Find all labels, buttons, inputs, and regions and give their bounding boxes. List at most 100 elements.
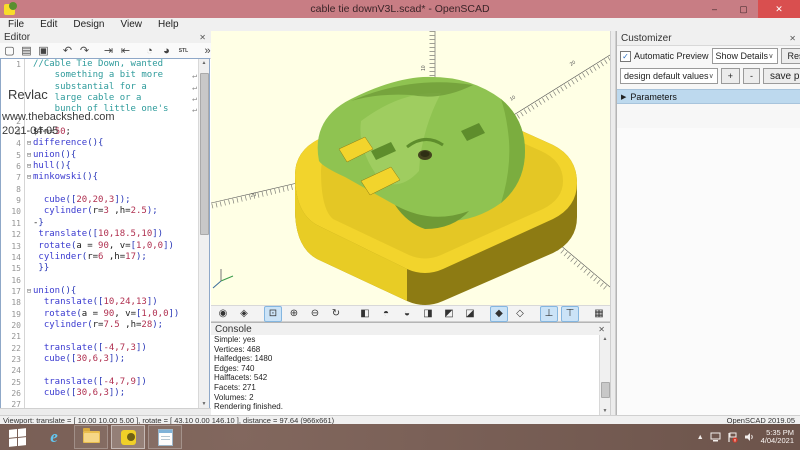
view-bottom-button[interactable]: ◒: [398, 306, 416, 322]
fold-column: [25, 229, 33, 240]
view-front-button[interactable]: ◩: [440, 306, 458, 322]
editor-scrollbar-thumb[interactable]: [200, 73, 209, 235]
code-line[interactable]: 6⊟hull(){: [1, 161, 209, 172]
fold-marker-icon[interactable]: ⊟: [25, 286, 33, 297]
view-left-button[interactable]: ◨: [419, 306, 437, 322]
maximize-button[interactable]: ▢: [729, 0, 758, 18]
code-line[interactable]: 24: [1, 365, 209, 376]
automatic-preview-checkbox[interactable]: ✓: [620, 51, 631, 62]
menu-file[interactable]: File: [0, 18, 32, 31]
show-axes-button[interactable]: ⊥: [540, 306, 558, 322]
console-close-icon[interactable]: ✕: [598, 325, 610, 334]
orthogonal-view-button[interactable]: ▦: [590, 306, 608, 322]
save-file-icon[interactable]: ▣: [36, 44, 51, 58]
menu-help[interactable]: Help: [150, 18, 187, 31]
code-line[interactable]: 17⊟union(){: [1, 286, 209, 297]
code-line[interactable]: 13 rotate(a = 90, v=[1,0,0]): [1, 241, 209, 252]
menu-edit[interactable]: Edit: [32, 18, 65, 31]
indent-icon[interactable]: ⇥: [101, 44, 116, 58]
code-line[interactable]: 10 cylinder(r=3 ,h=2.5);: [1, 206, 209, 217]
customizer-close-icon[interactable]: ✕: [789, 34, 800, 43]
scroll-up-icon[interactable]: ▲: [600, 335, 610, 344]
code-line[interactable]: 16: [1, 275, 209, 286]
show-surfaces-button[interactable]: ◆: [490, 306, 508, 322]
taskbar-notepad-button[interactable]: [148, 425, 182, 449]
preview-icon[interactable]: ◔: [142, 44, 157, 58]
menu-view[interactable]: View: [113, 18, 151, 31]
code-text: hull(){: [33, 161, 209, 172]
3d-viewport[interactable]: 10 20 20 10 10: [211, 31, 610, 305]
save-preset-button[interactable]: save preset: [763, 68, 800, 84]
view-right-button[interactable]: ◧: [356, 306, 374, 322]
customizer-panel-header[interactable]: Customizer ✕: [617, 31, 800, 46]
console-output[interactable]: Simple: yesVertices: 468Halfedges: 1480E…: [211, 335, 610, 416]
code-line[interactable]: 22 translate([-4,7,3]): [1, 343, 209, 354]
reset-view-button[interactable]: ↻: [327, 306, 345, 322]
code-line[interactable]: 11-}: [1, 218, 209, 229]
network-icon[interactable]: [710, 432, 721, 442]
code-line[interactable]: 14 cylinder(r=6 ,h=17);: [1, 252, 209, 263]
code-line[interactable]: 12 translate([10,18.5,10]): [1, 229, 209, 240]
code-line[interactable]: 15 }}: [1, 263, 209, 274]
action-center-flag-icon[interactable]: x: [727, 432, 738, 443]
zoom-out-button[interactable]: ⊖: [306, 306, 324, 322]
code-line[interactable]: something a bit more↵: [1, 70, 209, 81]
taskbar-clock[interactable]: 5:35 PM 4/04/2021: [761, 429, 794, 446]
unindent-icon[interactable]: ⇤: [118, 44, 133, 58]
title-bar[interactable]: cable tie downV3L.scad* - OpenSCAD – ▢ ✕: [0, 0, 800, 18]
code-line[interactable]: 5⊟union(){: [1, 150, 209, 161]
undo-icon[interactable]: ↶: [60, 44, 75, 58]
redo-icon[interactable]: ↷: [77, 44, 92, 58]
taskbar-file-explorer-button[interactable]: [74, 425, 108, 449]
taskbar-internet-explorer-button[interactable]: e: [37, 425, 71, 449]
menu-design[interactable]: Design: [65, 18, 112, 31]
open-file-icon[interactable]: ▤: [19, 44, 34, 58]
fold-marker-icon[interactable]: ⊟: [25, 150, 33, 161]
show-scale-markers-button[interactable]: ⊤: [561, 306, 579, 322]
code-line[interactable]: 25 translate([-4,7,9]): [1, 377, 209, 388]
code-line[interactable]: 1//Cable Tie Down, wanted: [1, 59, 209, 70]
minimize-button[interactable]: –: [700, 0, 729, 18]
fold-marker-icon[interactable]: ⊟: [25, 161, 33, 172]
view-back-button[interactable]: ◪: [461, 306, 479, 322]
code-line[interactable]: 9 cube([20,20,3]);: [1, 195, 209, 206]
scroll-up-icon[interactable]: ▲: [199, 59, 209, 68]
start-button[interactable]: [0, 424, 34, 450]
close-button[interactable]: ✕: [758, 0, 800, 18]
speaker-icon[interactable]: [744, 432, 755, 442]
console-scrollbar[interactable]: ▲ ▼: [599, 335, 610, 416]
remove-preset-button[interactable]: -: [743, 68, 760, 84]
code-line[interactable]: 8: [1, 184, 209, 195]
view-render-button[interactable]: ◈: [235, 306, 253, 322]
zoom-all-button[interactable]: ⊡: [264, 306, 282, 322]
view-preview-button[interactable]: ◉: [214, 306, 232, 322]
new-file-icon[interactable]: ▢: [2, 44, 17, 58]
code-line[interactable]: 26 cube([30,6,3]);: [1, 388, 209, 399]
tray-expand-icon[interactable]: ▲: [697, 434, 704, 441]
code-line[interactable]: 18 translate([10,24,13]): [1, 297, 209, 308]
editor-resize-strip[interactable]: [0, 408, 211, 415]
render-icon[interactable]: ◕: [159, 44, 174, 58]
fold-marker-icon[interactable]: ⊟: [25, 172, 33, 183]
export-stl-icon[interactable]: STL: [176, 44, 191, 58]
reset-button[interactable]: Reset: [781, 48, 800, 64]
code-line[interactable]: 23 cube([30,6,3]);: [1, 354, 209, 365]
console-scrollbar-thumb[interactable]: [601, 382, 610, 398]
code-line[interactable]: 4⊟difference(){: [1, 138, 209, 149]
details-dropdown[interactable]: Show Details ∨: [712, 48, 778, 64]
parameters-section-header[interactable]: ▶ Parameters: [617, 89, 800, 104]
zoom-in-button[interactable]: ⊕: [285, 306, 303, 322]
code-line[interactable]: 20 cylinder(r=7.5 ,h=28);: [1, 320, 209, 331]
editor-close-icon[interactable]: ✕: [199, 33, 211, 42]
taskbar-openscad-button[interactable]: [111, 425, 145, 449]
editor-scrollbar[interactable]: ▲ ▼: [198, 59, 209, 409]
code-line[interactable]: 21: [1, 331, 209, 342]
show-edges-button[interactable]: ◇: [511, 306, 529, 322]
view-top-button[interactable]: ◓: [377, 306, 395, 322]
fold-marker-icon[interactable]: ⊟: [25, 138, 33, 149]
preset-dropdown[interactable]: design default values ∨: [620, 68, 718, 84]
code-text: substantial for a: [33, 82, 209, 93]
add-preset-button[interactable]: +: [721, 68, 740, 84]
code-line[interactable]: 7⊟minkowski(){: [1, 172, 209, 183]
code-line[interactable]: 19 rotate(a = 90, v=[1,0,0]): [1, 309, 209, 320]
